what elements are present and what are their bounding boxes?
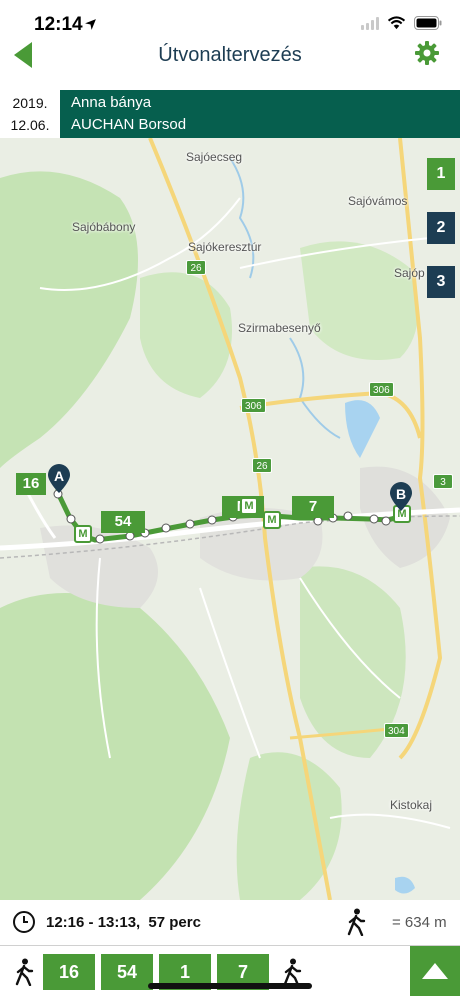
road-number-shield: 3 [433,474,453,489]
destination-pin[interactable]: B [389,482,413,512]
origin-pin[interactable]: A [47,464,71,494]
trip-time-summary: 12:16 - 13:13, 57 perc [46,914,201,931]
place-label: Sajóecseg [186,150,243,164]
place-label: Sajókeresztúr [188,240,262,254]
clock-icon [13,911,35,933]
line-badge: 54 [101,511,145,533]
route-from: Anna bánya [71,94,152,111]
route-to: AUCHAN Borsod [71,116,187,133]
trip-summary: 12:16 - 13:13, 57 perc = 634 m [0,900,460,946]
cellular-icon [361,16,379,30]
alternative-route-3[interactable]: 3 [427,266,455,298]
walk-distance: = 634 m [392,914,447,931]
transfer-icon: M [263,511,281,529]
place-label: Sajóvámos [348,194,408,208]
nav-bar: Útvonaltervezés [0,38,460,90]
map[interactable]: Sajóecseg Sajóvámos Sajóbábony Sajókeres… [0,138,460,900]
line-badge: 16 [16,473,46,495]
line-badge: 7 [292,496,334,518]
route-date-day: 12.06. [10,117,50,133]
wifi-icon [387,16,406,30]
transfer-icon: M [240,497,258,515]
place-label: Sajóp [394,266,425,280]
walking-icon [15,958,34,986]
battery-icon [414,16,442,30]
place-label: Szirmabesenyő [238,321,321,335]
route-endpoints: Anna bánya AUCHAN Borsod [60,90,460,138]
expand-details-button[interactable] [410,946,460,996]
alternative-route-2[interactable]: 2 [427,212,455,244]
route-header[interactable]: 2019. 12.06. Anna bánya AUCHAN Borsod [0,90,460,138]
page-title: Útvonaltervezés [158,44,302,66]
location-arrow-icon [85,19,96,30]
leg-line-badge[interactable]: 54 [101,954,153,990]
road-number-shield: 306 [369,382,394,397]
destination-pin-label: B [395,486,407,502]
road-number-shield: 306 [241,398,266,413]
chevron-up-icon [422,963,448,979]
route-date: 2019. 12.06. [0,90,60,138]
place-label: Sajóbábony [72,220,136,234]
transfer-icon: M [74,525,92,543]
road-number-shield: 26 [252,458,272,473]
trip-duration: 57 perc [148,914,201,931]
route-date-year: 2019. [12,95,48,111]
alternative-route-1[interactable]: 1 [427,158,455,190]
trip-time-range: 12:16 - 13:13, [46,914,141,931]
leg-line-badge[interactable]: 16 [43,954,95,990]
origin-pin-label: A [53,468,65,484]
walking-icon [283,958,302,986]
gear-icon[interactable] [414,40,440,66]
road-number-shield: 304 [384,723,409,738]
status-time: 12:14 [34,14,83,35]
home-indicator [148,983,312,989]
place-label: Kistokaj [390,798,433,812]
road-number-shield: 26 [186,260,206,275]
walking-icon [347,908,366,936]
